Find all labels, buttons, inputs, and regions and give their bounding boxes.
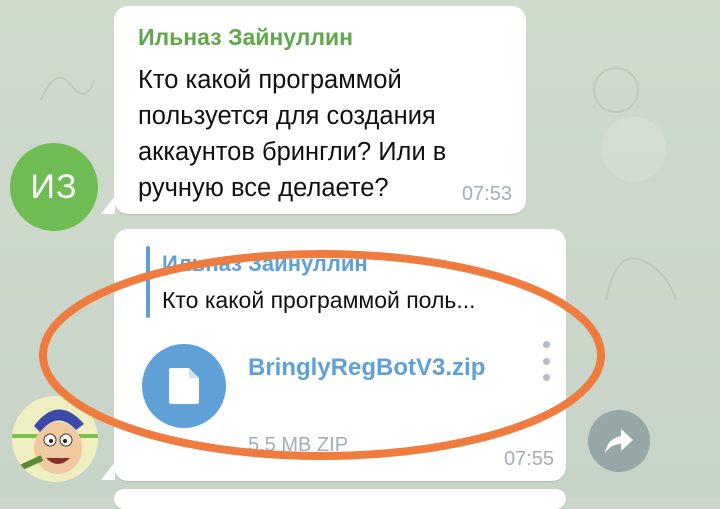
avatar[interactable]: ИЗ (10, 143, 98, 231)
wallpaper-doodle (593, 67, 639, 113)
menu-dot (542, 341, 550, 348)
share-arrow-icon (605, 429, 633, 453)
menu-dot (542, 357, 550, 365)
file-size: 5,5 MB ZIP (248, 434, 349, 456)
message-text: Кто какой программой пользуется для созд… (138, 66, 447, 202)
message-bubble[interactable]: Ильназ Зайнуллин Кто какой программой по… (114, 6, 526, 214)
reply-quoted-text[interactable]: Кто какой программой поль... (162, 287, 552, 314)
reply-sender-name[interactable]: Ильназ Зайнуллин (162, 251, 368, 277)
bubble-tail (101, 462, 115, 480)
wallpaper-doodle (40, 76, 95, 101)
file-download-button[interactable] (142, 344, 226, 428)
avatar[interactable] (12, 396, 98, 482)
avatar-initials: ИЗ (30, 167, 78, 206)
wallpaper-doodle (605, 257, 677, 301)
share-button[interactable] (588, 410, 650, 472)
file-name[interactable]: BringlyRegBotV3.zip (248, 351, 508, 385)
message-time: 07:53 (461, 183, 512, 205)
message-bubble-partial[interactable] (114, 489, 566, 509)
reply-quote-bar (146, 246, 150, 318)
avatar-cartoon-image (12, 396, 98, 482)
more-vertical-icon[interactable] (538, 341, 554, 381)
message-time: 07:55 (503, 448, 554, 470)
menu-dot (542, 374, 550, 381)
sender-name[interactable]: Ильназ Зайнуллин (138, 24, 353, 51)
bubble-tail (101, 196, 115, 214)
document-icon (169, 368, 199, 404)
message-bubble[interactable]: Ильназ Зайнуллин Кто какой программой по… (114, 229, 566, 481)
